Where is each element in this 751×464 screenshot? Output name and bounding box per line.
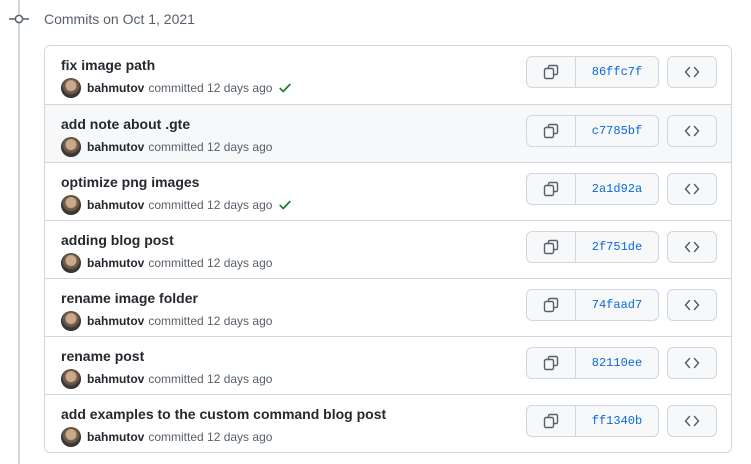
commit-meta: bahmutov committed 12 days ago [61,78,292,98]
commit-author[interactable]: bahmutov [87,198,144,212]
commit-time: committed 12 days ago [148,314,273,328]
commit-time: committed 12 days ago [148,430,273,444]
commit-list: fix image path bahmutov committed 12 day… [44,45,732,453]
copy-icon [543,355,559,371]
commit-row: fix image path bahmutov committed 12 day… [45,46,731,104]
avatar[interactable] [61,253,81,273]
commit-author[interactable]: bahmutov [87,140,144,154]
commit-sha-button-group: 2a1d92a [526,173,659,205]
commit-title[interactable]: add examples to the custom command blog … [61,405,386,423]
git-commit-icon [9,14,29,24]
commit-time: committed 12 days ago [148,372,273,386]
commit-time: committed 12 days ago [148,81,273,95]
browse-repo-button[interactable] [667,231,717,263]
commit-sha-button-group: ff1340b [526,405,659,437]
commit-row: add note about .gte bahmutov committed 1… [45,104,731,162]
commit-meta: bahmutov committed 12 days ago [61,195,292,215]
avatar[interactable] [61,427,81,447]
avatar[interactable] [61,195,81,215]
commit-row: add examples to the custom command blog … [45,394,731,452]
commit-sha-link[interactable]: 82110ee [576,348,658,378]
commit-meta: bahmutov committed 12 days ago [61,427,272,447]
commit-sha-link[interactable]: ff1340b [576,406,658,436]
copy-icon [543,123,559,139]
code-icon [684,125,700,137]
commit-sha-link[interactable]: 2f751de [576,232,658,262]
browse-repo-button[interactable] [667,56,717,88]
commit-sha-button-group: 74faad7 [526,289,659,321]
commit-title[interactable]: optimize png images [61,173,199,191]
commit-group-title: Commits on Oct 1, 2021 [44,11,195,27]
commit-row: optimize png images bahmutov committed 1… [45,162,731,220]
commit-row: rename image folder bahmutov committed 1… [45,278,731,336]
code-icon [684,66,700,78]
commit-author[interactable]: bahmutov [87,430,144,444]
code-icon [684,183,700,195]
commit-author[interactable]: bahmutov [87,314,144,328]
commit-row: adding blog post bahmutov committed 12 d… [45,220,731,278]
commit-sha-button-group: 82110ee [526,347,659,379]
commits-page: Commits on Oct 1, 2021 fix image path ba… [0,0,751,464]
commit-meta: bahmutov committed 12 days ago [61,253,272,273]
avatar[interactable] [61,311,81,331]
copy-icon [543,64,559,80]
browse-repo-button[interactable] [667,115,717,147]
copy-icon [543,297,559,313]
browse-repo-button[interactable] [667,289,717,321]
copy-sha-button[interactable] [527,348,576,378]
commit-meta: bahmutov committed 12 days ago [61,137,272,157]
commit-sha-link[interactable]: 86ffc7f [576,57,658,87]
code-icon [684,357,700,369]
commit-title[interactable]: fix image path [61,56,155,74]
code-icon [684,241,700,253]
commit-time: committed 12 days ago [148,256,273,270]
timeline-line [18,0,20,464]
browse-repo-button[interactable] [667,405,717,437]
commit-sha-button-group: 2f751de [526,231,659,263]
commit-author[interactable]: bahmutov [87,256,144,270]
commit-row: rename post bahmutov committed 12 days a… [45,336,731,394]
browse-repo-button[interactable] [667,173,717,205]
commit-meta: bahmutov committed 12 days ago [61,369,272,389]
commit-title[interactable]: rename post [61,347,144,365]
commit-author[interactable]: bahmutov [87,372,144,386]
check-icon[interactable] [278,81,292,95]
commit-author[interactable]: bahmutov [87,81,144,95]
commit-title[interactable]: add note about .gte [61,115,190,133]
copy-sha-button[interactable] [527,290,576,320]
copy-sha-button[interactable] [527,406,576,436]
commit-sha-link[interactable]: c7785bf [576,116,658,146]
copy-sha-button[interactable] [527,116,576,146]
code-icon [684,415,700,427]
commit-time: committed 12 days ago [148,140,273,154]
code-icon [684,299,700,311]
copy-sha-button[interactable] [527,232,576,262]
copy-icon [543,413,559,429]
commit-sha-button-group: c7785bf [526,115,659,147]
commit-sha-button-group: 86ffc7f [526,56,659,88]
avatar[interactable] [61,369,81,389]
copy-icon [543,239,559,255]
commit-sha-link[interactable]: 2a1d92a [576,174,658,204]
copy-sha-button[interactable] [527,57,576,87]
copy-sha-button[interactable] [527,174,576,204]
commit-sha-link[interactable]: 74faad7 [576,290,658,320]
commit-title[interactable]: rename image folder [61,289,198,307]
check-icon[interactable] [278,198,292,212]
browse-repo-button[interactable] [667,347,717,379]
commit-title[interactable]: adding blog post [61,231,174,249]
copy-icon [543,181,559,197]
commit-meta: bahmutov committed 12 days ago [61,311,272,331]
avatar[interactable] [61,78,81,98]
commit-time: committed 12 days ago [148,198,273,212]
avatar[interactable] [61,137,81,157]
